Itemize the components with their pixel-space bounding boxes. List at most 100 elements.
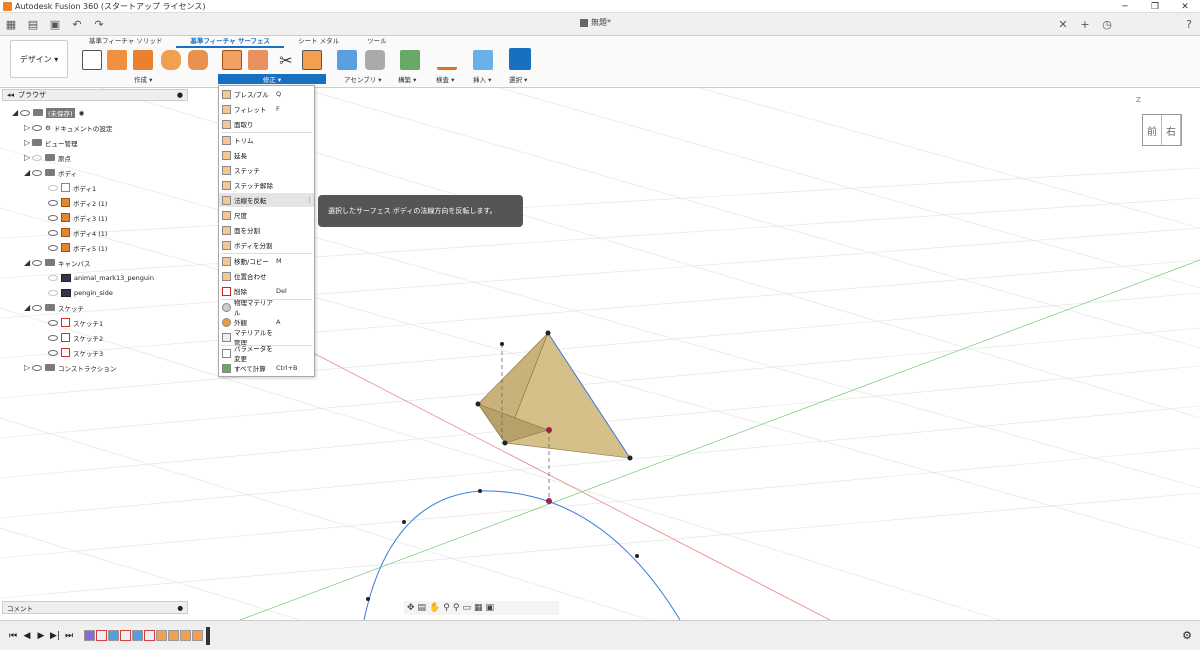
menu-item-extend[interactable]: 延長 — [219, 148, 314, 162]
expand-triangle-icon[interactable]: ▷ — [24, 153, 32, 162]
menu-item-delete[interactable]: 削除 Del — [219, 284, 314, 298]
activate-radio-icon[interactable]: ◉ — [79, 109, 85, 117]
tree-item-canvas-side[interactable]: pengin_side — [48, 286, 113, 299]
undo-icon[interactable]: ↶ — [68, 15, 86, 33]
create-sketch-icon[interactable] — [82, 50, 102, 70]
grid-settings-icon[interactable]: ▦ — [474, 603, 483, 613]
visibility-eye-icon[interactable] — [32, 259, 42, 266]
tree-item-origin[interactable]: ▷ 原点 — [24, 151, 71, 164]
tree-item-sketch3[interactable]: スケッチ3 — [48, 346, 103, 359]
delete-face-icon[interactable] — [248, 50, 268, 70]
visibility-eye-icon[interactable] — [32, 154, 42, 161]
visibility-eye-icon[interactable] — [32, 304, 42, 311]
loft-icon[interactable] — [188, 50, 208, 70]
fit-zoom-icon[interactable]: ⚲ — [453, 603, 460, 613]
menu-item-manage-materials[interactable]: マテリアルを管理 — [219, 329, 314, 347]
timeline-feature-canvas[interactable] — [108, 630, 119, 641]
new-tab-plus-icon[interactable]: + — [1076, 16, 1094, 34]
tree-item-body1[interactable]: ボディ1 — [48, 181, 96, 194]
browser-pin-icon[interactable]: ● — [177, 91, 183, 99]
tree-item-canvas-penguin[interactable]: animal_mark13_penguin — [48, 271, 154, 284]
menu-item-move-copy[interactable]: 移動/コピー M — [219, 254, 314, 268]
menu-item-stitch[interactable]: ステッチ — [219, 163, 314, 177]
save-icon[interactable]: ▣ — [46, 15, 64, 33]
expand-triangle-icon[interactable]: ▷ — [24, 363, 32, 372]
tab-tools[interactable]: ツール — [353, 36, 401, 48]
comments-pin-icon[interactable]: ● — [177, 604, 183, 612]
tree-item-canvases[interactable]: ◢ キャンバス — [24, 256, 91, 269]
tab-solid[interactable]: 基準フィーチャ ソリッド — [75, 36, 176, 48]
tab-surface[interactable]: 基準フィーチャ サーフェス — [176, 36, 285, 48]
orbit-icon[interactable]: ✥ — [407, 603, 415, 613]
timeline-feature-component[interactable] — [84, 630, 95, 641]
tree-item-body5[interactable]: ボディ5 (1) — [48, 241, 107, 254]
close-button[interactable]: ✕ — [1170, 0, 1200, 13]
extend-icon[interactable] — [302, 50, 322, 70]
visibility-eye-icon[interactable] — [48, 349, 58, 356]
visibility-eye-icon[interactable] — [48, 214, 58, 221]
collapse-browser-icon[interactable]: ◂◂ — [7, 91, 14, 99]
3d-viewport[interactable] — [0, 88, 1200, 620]
workspace-switcher-button[interactable]: デザイン ▾ — [10, 40, 68, 78]
menu-item-align[interactable]: 位置合わせ — [219, 269, 314, 283]
viewcube[interactable]: 前 右 — [1142, 114, 1182, 146]
data-panel-grid-icon[interactable]: ▦ — [2, 15, 20, 33]
expand-triangle-icon[interactable]: ▷ — [24, 138, 32, 147]
visibility-eye-icon[interactable] — [48, 244, 58, 251]
menu-item-change-parameters[interactable]: パラメータを変更 — [219, 345, 314, 363]
visibility-eye-icon[interactable] — [48, 334, 58, 341]
select-cursor-icon[interactable] — [509, 48, 531, 70]
press-pull-icon[interactable] — [222, 50, 242, 70]
insert-group-label[interactable]: 挿入 ▾ — [473, 74, 491, 84]
visibility-eye-icon[interactable] — [48, 274, 58, 281]
collapse-triangle-icon[interactable]: ◢ — [24, 258, 32, 267]
menu-item-scale[interactable]: 尺度 — [219, 208, 314, 222]
create-group-label[interactable]: 作成 ▾ — [134, 74, 152, 84]
timeline-forward-icon[interactable]: ▶| — [48, 629, 62, 643]
visibility-eye-icon[interactable] — [32, 364, 42, 371]
tree-root[interactable]: ◢ (未保存) ◉ — [12, 106, 84, 119]
menu-item-press-pull[interactable]: プレス/プル Q — [219, 87, 314, 101]
file-menu-icon[interactable]: ▤ — [24, 15, 42, 33]
menu-item-trim[interactable]: トリム — [219, 133, 314, 147]
tree-item-body3[interactable]: ボディ3 (1) — [48, 211, 107, 224]
measure-icon[interactable] — [437, 50, 457, 70]
viewcube-right[interactable]: 右 — [1162, 115, 1181, 145]
sweep-icon[interactable] — [161, 50, 181, 70]
minimize-button[interactable]: ─ — [1110, 0, 1140, 13]
more-options-icon[interactable]: ⋮ — [306, 196, 313, 204]
offset-plane-icon[interactable] — [400, 50, 420, 70]
visibility-eye-icon[interactable] — [20, 109, 30, 116]
timeline-feature-sketch[interactable] — [120, 630, 131, 641]
menu-item-compute-all[interactable]: すべて計算 Ctrl+B — [219, 361, 314, 375]
timeline-feature-surface[interactable] — [156, 630, 167, 641]
redo-icon[interactable]: ↷ — [90, 15, 108, 33]
inspect-group-label[interactable]: 検査 ▾ — [436, 74, 454, 84]
revolve-icon[interactable] — [133, 50, 153, 70]
comments-panel[interactable]: コメント ● — [2, 601, 188, 614]
menu-item-physical-material[interactable]: 物理マテリアル — [219, 299, 314, 317]
construct-group-label[interactable]: 構築 ▾ — [398, 74, 416, 84]
timeline-feature-surface[interactable] — [192, 630, 203, 641]
timeline-end-icon[interactable]: ⏭ — [62, 629, 76, 643]
menu-item-unstitch[interactable]: ステッチ解除 — [219, 178, 314, 192]
tree-item-document-settings[interactable]: ▷ ⚙ ドキュメントの設定 — [24, 121, 112, 134]
visibility-eye-icon[interactable] — [32, 124, 42, 131]
visibility-eye-icon[interactable] — [48, 289, 58, 296]
collapse-triangle-icon[interactable]: ◢ — [24, 303, 32, 312]
restore-button[interactable]: ❐ — [1140, 0, 1170, 13]
menu-item-split-face[interactable]: 面を分割 — [219, 223, 314, 237]
trim-scissors-icon[interactable]: ✂ — [276, 50, 296, 70]
menu-item-chamfer[interactable]: 面取り — [219, 117, 314, 131]
tree-item-body4[interactable]: ボディ4 (1) — [48, 226, 107, 239]
document-tab[interactable]: 無題* — [580, 17, 611, 28]
extrude-icon[interactable] — [107, 50, 127, 70]
assemble-group-label[interactable]: アセンブリ ▾ — [344, 74, 382, 84]
timeline-back-icon[interactable]: ◀ — [20, 629, 34, 643]
timeline-feature-surface[interactable] — [180, 630, 191, 641]
viewport-canvas[interactable] — [0, 88, 1200, 620]
display-settings-icon[interactable]: ▭ — [462, 603, 471, 613]
timeline-start-icon[interactable]: ⏮ — [6, 629, 20, 643]
tree-item-construction[interactable]: ▷ コンストラクション — [24, 361, 116, 374]
timeline-marker-icon[interactable] — [206, 626, 210, 645]
